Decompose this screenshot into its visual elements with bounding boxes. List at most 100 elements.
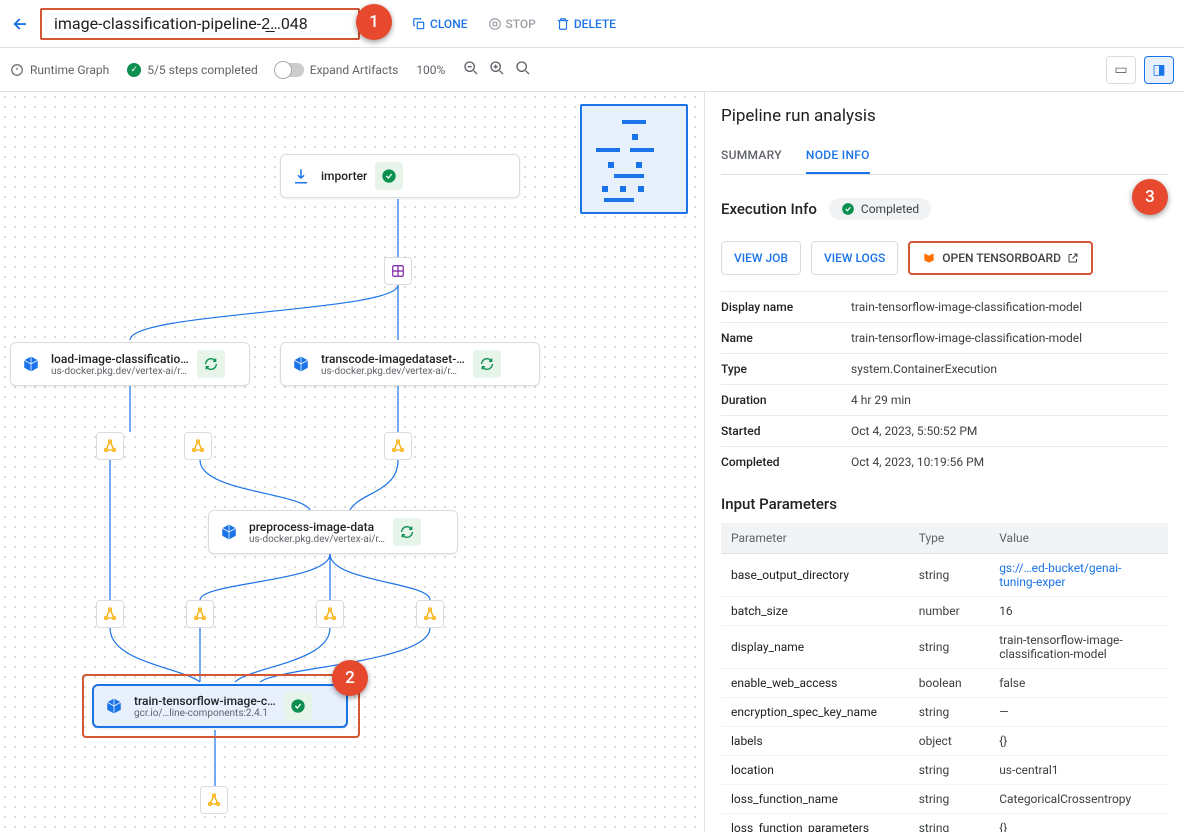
node-load-image[interactable]: load-image-classificatio…us-docker.pkg.d… xyxy=(10,342,250,386)
download-icon xyxy=(289,164,313,188)
expand-label: Expand Artifacts xyxy=(310,63,399,77)
view-mode-1-icon[interactable]: ▭ xyxy=(1106,56,1136,84)
param-value: {} xyxy=(989,814,1168,832)
callout-1: 1 xyxy=(356,4,392,40)
col-type: Type xyxy=(909,523,989,554)
stop-button[interactable]: STOP xyxy=(482,13,542,35)
view-mode-2-icon[interactable]: ◨ xyxy=(1144,56,1174,84)
param-value: — xyxy=(989,698,1168,727)
col-parameter: Parameter xyxy=(721,523,909,554)
param-type: string xyxy=(909,626,989,669)
artifact-icon[interactable] xyxy=(384,432,412,460)
execution-info-title: Execution Info xyxy=(721,200,817,218)
artifact-icon[interactable] xyxy=(416,600,444,628)
kv-value: 4 hr 29 min xyxy=(851,393,1168,407)
node-load-sub: us-docker.pkg.dev/vertex-ai/r… xyxy=(51,366,189,377)
artifact-icon[interactable] xyxy=(96,600,124,628)
node-preprocess-sub: us-docker.pkg.dev/vertex-ai/r… xyxy=(249,534,385,545)
zoom-reset-icon[interactable] xyxy=(515,60,531,79)
artifact-grid-icon[interactable] xyxy=(384,257,412,285)
view-job-button[interactable]: VIEW JOB xyxy=(721,241,801,275)
zoom-label: 100% xyxy=(416,63,445,77)
steps-status: ✓ 5/5 steps completed xyxy=(127,63,258,77)
param-name: loss_function_parameters xyxy=(721,814,909,832)
pipeline-title: image-classification-pipeline-2̲…048 xyxy=(40,8,360,40)
input-parameters-title: Input Parameters xyxy=(721,495,1168,513)
clone-button[interactable]: CLONE xyxy=(406,13,474,35)
col-value: Value xyxy=(989,523,1168,554)
artifact-icon[interactable] xyxy=(96,432,124,460)
node-train-sub: gcr.io/…line-components:2.4.1 xyxy=(134,708,276,719)
status-badge: Completed xyxy=(829,198,931,220)
delete-button[interactable]: DELETE xyxy=(550,13,622,35)
param-type: string xyxy=(909,698,989,727)
status-complete-icon xyxy=(284,692,312,720)
toggle-icon[interactable] xyxy=(276,63,304,77)
table-row: loss_function_namestringCategoricalCross… xyxy=(721,785,1168,814)
graph-canvas[interactable]: importer load-image-classificatio…us-doc… xyxy=(0,92,704,832)
node-importer[interactable]: importer xyxy=(280,154,520,198)
kv-key: Display name xyxy=(721,300,851,314)
node-preprocess[interactable]: preprocess-image-dataus-docker.pkg.dev/v… xyxy=(208,510,458,554)
zoom-in-icon[interactable] xyxy=(489,60,505,79)
param-value: us-central1 xyxy=(989,756,1168,785)
artifact-icon[interactable] xyxy=(184,432,212,460)
steps-label: 5/5 steps completed xyxy=(147,63,258,77)
callout-3: 3 xyxy=(1132,179,1168,215)
expand-artifacts-toggle[interactable]: Expand Artifacts xyxy=(276,63,399,77)
param-name: labels xyxy=(721,727,909,756)
cube-icon xyxy=(217,520,241,544)
kv-row: Typesystem.ContainerExecution xyxy=(721,353,1168,384)
kv-row: Duration4 hr 29 min xyxy=(721,384,1168,415)
param-name: encryption_spec_key_name xyxy=(721,698,909,727)
kv-value: Oct 4, 2023, 10:19:56 PM xyxy=(851,455,1168,469)
runtime-graph-toggle[interactable]: Runtime Graph xyxy=(10,63,109,77)
table-row: base_output_directorystringgs://…ed-buck… xyxy=(721,554,1168,597)
artifact-icon[interactable] xyxy=(186,600,214,628)
pipeline-title-text: image-classification-pipeline-2̲…048 xyxy=(54,14,308,33)
topbar: image-classification-pipeline-2̲…048 1 C… xyxy=(0,0,1184,48)
table-row: locationstringus-central1 xyxy=(721,756,1168,785)
param-value: CategoricalCrossentropy xyxy=(989,785,1168,814)
kv-key: Started xyxy=(721,424,851,438)
kv-value: train-tensorflow-image-classification-mo… xyxy=(851,331,1168,345)
tab-summary[interactable]: SUMMARY xyxy=(721,138,782,174)
node-transcode-sub: us-docker.pkg.dev/vertex-ai/r… xyxy=(321,366,465,377)
param-name: batch_size xyxy=(721,597,909,626)
external-link-icon xyxy=(1067,252,1079,264)
tensorboard-icon xyxy=(922,251,936,265)
kv-row: Display nametrain-tensorflow-image-class… xyxy=(721,291,1168,322)
clone-label: CLONE xyxy=(430,17,468,31)
param-type: string xyxy=(909,814,989,832)
execution-kv-list: Display name train-tensorflow-image-class… xyxy=(721,291,1168,477)
back-arrow-icon[interactable] xyxy=(8,12,32,36)
param-value: train-tensorflow-image-classification-mo… xyxy=(989,626,1168,669)
link[interactable]: gs://…ed-bucket/genai-tuning-exper xyxy=(999,561,1121,589)
param-type: object xyxy=(909,727,989,756)
table-row: loss_function_parametersstring{} xyxy=(721,814,1168,832)
view-logs-button[interactable]: VIEW LOGS xyxy=(811,241,898,275)
param-type: string xyxy=(909,756,989,785)
table-row: enable_web_accessbooleanfalse xyxy=(721,669,1168,698)
status-cached-icon xyxy=(473,350,501,378)
kv-key: Name xyxy=(721,331,851,345)
table-row: display_namestringtrain-tensorflow-image… xyxy=(721,626,1168,669)
node-train-tensorflow[interactable]: train-tensorflow-image-c…gcr.io/…line-co… xyxy=(92,684,348,728)
param-type: string xyxy=(909,554,989,597)
check-icon: ✓ xyxy=(127,63,141,77)
zoom-out-icon[interactable] xyxy=(463,60,479,79)
artifact-icon[interactable] xyxy=(200,786,228,814)
tab-node-info[interactable]: NODE INFO xyxy=(806,138,870,174)
details-pane: Pipeline run analysis SUMMARY NODE INFO … xyxy=(704,92,1184,832)
param-value: gs://…ed-bucket/genai-tuning-exper xyxy=(989,554,1168,597)
kv-key: Duration xyxy=(721,393,851,407)
param-type: number xyxy=(909,597,989,626)
open-tensorboard-button[interactable]: OPEN TENSORBOARD xyxy=(908,241,1093,275)
node-load-title: load-image-classificatio… xyxy=(51,352,189,366)
artifact-icon[interactable] xyxy=(316,600,344,628)
node-transcode[interactable]: transcode-imagedataset-…us-docker.pkg.de… xyxy=(280,342,540,386)
cube-icon xyxy=(102,694,126,718)
toolbar: Runtime Graph ✓ 5/5 steps completed Expa… xyxy=(0,48,1184,92)
minimap[interactable] xyxy=(580,104,688,214)
kv-key: Completed xyxy=(721,455,851,469)
